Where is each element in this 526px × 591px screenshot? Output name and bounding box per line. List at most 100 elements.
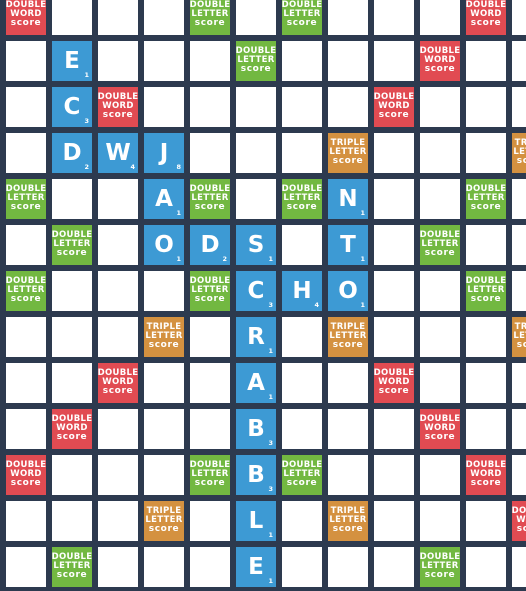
double-word-square[interactable]: DOUBLEWORDscore: [374, 87, 414, 127]
double-letter-square[interactable]: DOUBLE LETTER score: [6, 179, 46, 219]
empty-square[interactable]: [328, 41, 368, 81]
empty-square[interactable]: [466, 409, 506, 449]
empty-square[interactable]: [420, 133, 460, 173]
empty-square[interactable]: [52, 0, 92, 35]
empty-square[interactable]: [236, 133, 276, 173]
double-letter-square[interactable]: DOUBLE LETTER score: [282, 455, 322, 495]
letter-tile[interactable]: J8: [144, 133, 184, 173]
double-letter-square[interactable]: DOUBLE LETTER score: [466, 271, 506, 311]
empty-square[interactable]: [98, 179, 138, 219]
letter-tile[interactable]: W4: [98, 133, 138, 173]
empty-square[interactable]: [466, 225, 506, 265]
empty-square[interactable]: [236, 87, 276, 127]
empty-square[interactable]: [420, 317, 460, 357]
empty-square[interactable]: [98, 225, 138, 265]
empty-square[interactable]: [374, 317, 414, 357]
empty-square[interactable]: [374, 225, 414, 265]
empty-square[interactable]: [374, 133, 414, 173]
empty-square[interactable]: [52, 455, 92, 495]
empty-square[interactable]: [512, 547, 526, 587]
triple-letter-square[interactable]: TRIPLELETTERscore: [328, 317, 368, 357]
double-word-square[interactable]: DOUBLEWORDscore: [6, 455, 46, 495]
double-word-square[interactable]: DOUBLEWORDscore: [98, 363, 138, 403]
empty-square[interactable]: [98, 409, 138, 449]
empty-square[interactable]: [420, 501, 460, 541]
empty-square[interactable]: [144, 41, 184, 81]
empty-square[interactable]: [98, 547, 138, 587]
empty-square[interactable]: [190, 547, 230, 587]
empty-square[interactable]: [282, 501, 322, 541]
empty-square[interactable]: [282, 363, 322, 403]
letter-tile[interactable]: O1: [144, 225, 184, 265]
letter-tile[interactable]: S1: [236, 225, 276, 265]
empty-square[interactable]: [144, 0, 184, 35]
empty-square[interactable]: [190, 41, 230, 81]
empty-square[interactable]: [98, 501, 138, 541]
empty-square[interactable]: [144, 409, 184, 449]
empty-square[interactable]: [6, 547, 46, 587]
letter-tile[interactable]: O1: [328, 271, 368, 311]
empty-square[interactable]: [282, 87, 322, 127]
letter-tile[interactable]: A1: [144, 179, 184, 219]
empty-square[interactable]: [6, 363, 46, 403]
empty-square[interactable]: [420, 363, 460, 403]
empty-square[interactable]: [328, 0, 368, 35]
empty-square[interactable]: [328, 547, 368, 587]
letter-tile[interactable]: N1: [328, 179, 368, 219]
triple-letter-square[interactable]: TRIPLELETTERscore: [328, 133, 368, 173]
double-letter-square[interactable]: DOUBLE LETTER score: [190, 271, 230, 311]
empty-square[interactable]: [374, 0, 414, 35]
double-word-square[interactable]: DOUBLEWORDscore: [466, 455, 506, 495]
double-letter-square[interactable]: DOUBLE LETTER score: [6, 271, 46, 311]
empty-square[interactable]: [374, 271, 414, 311]
double-word-square[interactable]: DOUBLEWORDscore: [512, 501, 526, 541]
letter-tile[interactable]: L1: [236, 501, 276, 541]
empty-square[interactable]: [282, 547, 322, 587]
double-letter-square[interactable]: DOUBLE LETTER score: [190, 179, 230, 219]
empty-square[interactable]: [190, 363, 230, 403]
double-letter-square[interactable]: DOUBLE LETTER score: [282, 0, 322, 35]
letter-tile[interactable]: C3: [52, 87, 92, 127]
empty-square[interactable]: [512, 271, 526, 311]
letter-tile[interactable]: A1: [236, 363, 276, 403]
empty-square[interactable]: [144, 547, 184, 587]
empty-square[interactable]: [6, 133, 46, 173]
empty-square[interactable]: [6, 41, 46, 81]
empty-square[interactable]: [374, 179, 414, 219]
empty-square[interactable]: [52, 317, 92, 357]
empty-square[interactable]: [6, 225, 46, 265]
empty-square[interactable]: [512, 179, 526, 219]
double-word-square[interactable]: DOUBLEWORDscore: [420, 409, 460, 449]
empty-square[interactable]: [466, 317, 506, 357]
empty-square[interactable]: [328, 87, 368, 127]
letter-tile[interactable]: D2: [52, 133, 92, 173]
empty-square[interactable]: [282, 409, 322, 449]
empty-square[interactable]: [98, 271, 138, 311]
empty-square[interactable]: [374, 501, 414, 541]
empty-square[interactable]: [420, 87, 460, 127]
letter-tile[interactable]: B3: [236, 455, 276, 495]
double-letter-square[interactable]: DOUBLE LETTER score: [52, 547, 92, 587]
empty-square[interactable]: [374, 409, 414, 449]
empty-square[interactable]: [52, 363, 92, 403]
empty-square[interactable]: [512, 41, 526, 81]
double-word-square[interactable]: DOUBLEWORDscore: [98, 87, 138, 127]
empty-square[interactable]: [190, 133, 230, 173]
letter-tile[interactable]: E1: [52, 41, 92, 81]
empty-square[interactable]: [98, 455, 138, 495]
empty-square[interactable]: [328, 409, 368, 449]
empty-square[interactable]: [512, 0, 526, 35]
triple-letter-square[interactable]: TRIPLELETTERscore: [144, 317, 184, 357]
empty-square[interactable]: [466, 501, 506, 541]
empty-square[interactable]: [98, 317, 138, 357]
empty-square[interactable]: [512, 225, 526, 265]
triple-letter-square[interactable]: TRIPLELETTERscore: [512, 133, 526, 173]
letter-tile[interactable]: D2: [190, 225, 230, 265]
triple-letter-square[interactable]: TRIPLELETTERscore: [144, 501, 184, 541]
double-letter-square[interactable]: DOUBLE LETTER score: [190, 455, 230, 495]
empty-square[interactable]: [190, 501, 230, 541]
double-word-square[interactable]: DOUBLEWORDscore: [374, 363, 414, 403]
empty-square[interactable]: [512, 455, 526, 495]
empty-square[interactable]: [282, 317, 322, 357]
double-letter-square[interactable]: DOUBLE LETTER score: [466, 179, 506, 219]
